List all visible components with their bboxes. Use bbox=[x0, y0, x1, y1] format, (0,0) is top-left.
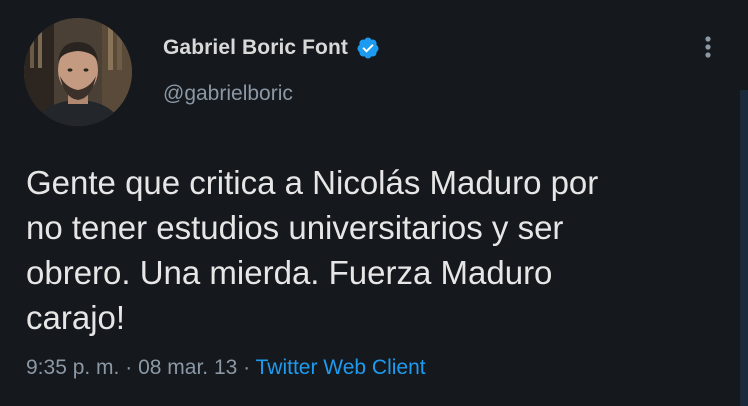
tweet-client-link[interactable]: Twitter Web Client bbox=[256, 356, 426, 379]
tweet-time[interactable]: 9:35 p. m. bbox=[26, 356, 119, 379]
avatar[interactable] bbox=[24, 18, 132, 126]
tweet-card: Gabriel Boric Font @gabrielboric Gente q… bbox=[0, 0, 748, 406]
tweet-date[interactable]: 08 mar. 13 bbox=[138, 356, 237, 379]
tweet-text: Gente que critica a Nicolás Maduro por n… bbox=[26, 164, 599, 336]
tweet-metadata: 9:35 p. m. · 08 mar. 13 · Twitter Web Cl… bbox=[26, 356, 426, 380]
scrollbar-edge bbox=[740, 90, 748, 406]
avatar-photo bbox=[24, 18, 132, 126]
meta-separator: · bbox=[125, 356, 133, 379]
verified-badge-icon bbox=[357, 37, 379, 59]
author-name-row[interactable]: Gabriel Boric Font bbox=[163, 34, 380, 62]
username-handle[interactable]: @gabrielboric bbox=[163, 82, 293, 106]
more-vertical-icon[interactable] bbox=[696, 30, 720, 64]
display-name[interactable]: Gabriel Boric Font bbox=[163, 36, 348, 60]
meta-separator: · bbox=[243, 356, 251, 379]
